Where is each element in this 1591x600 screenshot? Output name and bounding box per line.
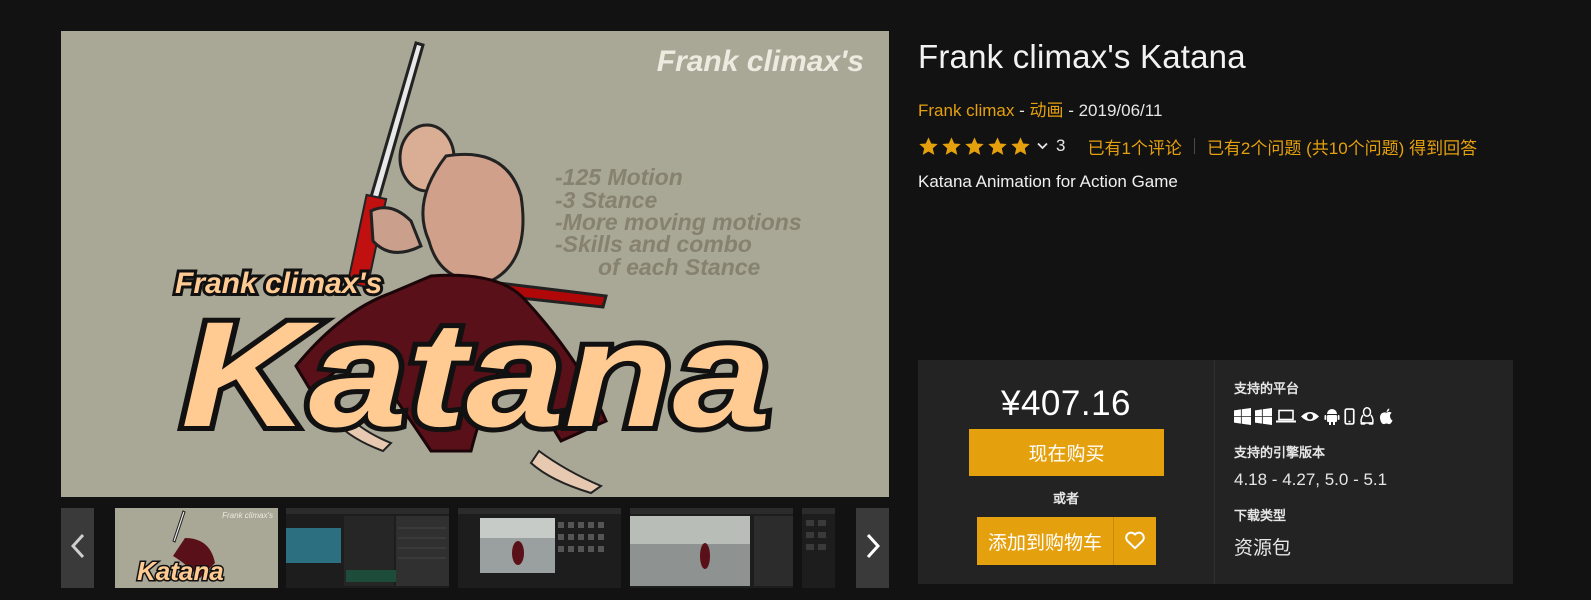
meta-separator: - <box>1014 101 1030 120</box>
thumbnail-editor[interactable] <box>802 508 835 588</box>
platform-icons <box>1234 407 1394 430</box>
eye-icon <box>1300 408 1320 430</box>
reviews-link[interactable]: 已有1个评论 <box>1087 134 1181 159</box>
hero-logo-word: Katana <box>181 290 771 458</box>
linux-icon <box>1359 407 1375 430</box>
buy-now-button[interactable]: 现在购买 <box>969 429 1164 476</box>
rating-row: 3 已有1个评论 已有2个问题 (共10个问题) 得到回答 <box>918 133 1477 159</box>
thumbnail-caption: Frank climax's <box>222 511 273 520</box>
add-to-cart-button[interactable]: 添加到购物车 <box>977 517 1113 565</box>
star-icon <box>965 136 984 155</box>
platforms-section: 支持的平台 <box>1234 378 1394 430</box>
purchase-panel: ¥407.16 现在购买 或者 添加到购物车 支持的平台 支持的引擎版本 4.1… <box>918 360 1513 584</box>
product-title: Frank climax's Katana <box>918 38 1246 75</box>
star-icon <box>988 136 1007 155</box>
windows-icon <box>1255 407 1272 430</box>
thumbnail-editor[interactable] <box>286 508 449 588</box>
download-section: 下载类型 资源包 <box>1234 505 1291 560</box>
thumbnail-editor[interactable] <box>630 508 793 588</box>
product-description: Katana Animation for Action Game <box>918 172 1178 191</box>
rating-count: 3 <box>1056 136 1066 155</box>
cart-button-group: 添加到购物车 <box>977 517 1157 565</box>
chevron-down-icon[interactable] <box>1037 142 1048 150</box>
platforms-label: 支持的平台 <box>1234 381 1300 396</box>
download-label: 下载类型 <box>1234 508 1287 523</box>
engine-versions: 4.18 - 4.27, 5.0 - 5.1 <box>1234 470 1388 489</box>
star-icon <box>919 136 938 155</box>
engine-section: 支持的引擎版本 4.18 - 4.27, 5.0 - 5.1 <box>1234 442 1387 490</box>
engine-label: 支持的引擎版本 <box>1234 445 1326 460</box>
meta-separator: - <box>1063 101 1079 120</box>
android-icon <box>1324 408 1340 430</box>
chevron-right-icon <box>866 533 880 564</box>
hero-top-caption: Frank climax's <box>657 45 864 78</box>
heart-icon <box>1124 530 1146 553</box>
phone-icon <box>1344 407 1355 430</box>
or-label: 或者 <box>1052 491 1079 506</box>
thumbnail-cover[interactable]: Frank climax's Katana <box>115 508 278 588</box>
star-icon <box>942 136 961 155</box>
product-hero-image[interactable]: Frank climax's -125 Motion -3 Stance -Mo… <box>61 31 889 497</box>
star-icon <box>1011 136 1030 155</box>
laptop-icon <box>1276 408 1296 430</box>
thumbnail-editor[interactable] <box>458 508 621 588</box>
divider <box>1214 360 1215 584</box>
divider <box>1193 138 1195 154</box>
chevron-left-icon <box>70 533 85 564</box>
release-date: 2019/06/11 <box>1078 101 1163 120</box>
questions-link[interactable]: 已有2个问题 (共10个问题) 得到回答 <box>1207 134 1477 159</box>
price: ¥407.16 <box>1000 384 1132 423</box>
download-type: 资源包 <box>1234 538 1292 559</box>
thumbnail-logo: Katana <box>137 556 224 586</box>
wishlist-button[interactable] <box>1113 517 1156 565</box>
seller-link[interactable]: Frank climax <box>918 101 1014 120</box>
gallery-prev-button[interactable] <box>61 508 94 588</box>
star-rating[interactable] <box>918 136 1031 157</box>
windows-icon <box>1234 407 1251 430</box>
apple-icon <box>1379 408 1394 430</box>
category-link[interactable]: 动画 <box>1029 101 1063 120</box>
thumbnail-strip: Frank climax's Katana <box>61 508 889 588</box>
feature-line: of each Stance <box>598 254 761 280</box>
product-meta: Frank climax - 动画 - 2019/06/11 <box>918 96 1162 121</box>
gallery-next-button[interactable] <box>856 508 889 588</box>
